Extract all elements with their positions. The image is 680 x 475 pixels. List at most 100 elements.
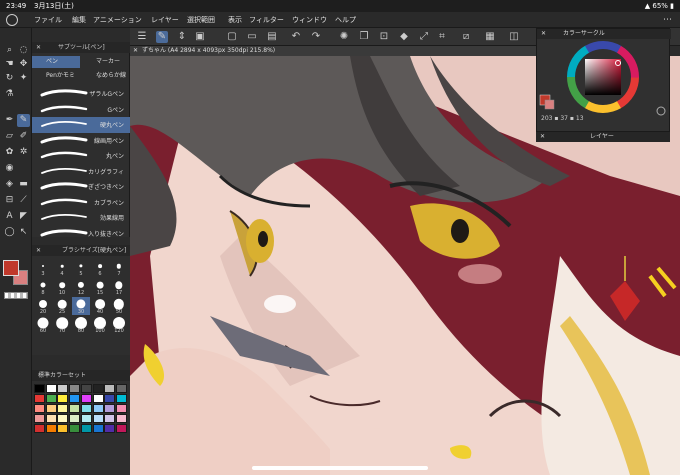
tab-pen-custom[interactable]: Penかモミ xyxy=(32,70,80,82)
brush-size-option[interactable]: 17 xyxy=(110,278,128,296)
color-swatch[interactable] xyxy=(92,424,104,433)
text-tool-icon[interactable]: A xyxy=(3,210,16,223)
brush-size-option[interactable]: 70 xyxy=(53,316,71,334)
tab-marker[interactable]: マーカー xyxy=(82,56,130,68)
main-color-swatch[interactable] xyxy=(3,260,19,276)
color-swatch[interactable] xyxy=(45,394,57,403)
color-swatch[interactable] xyxy=(80,394,92,403)
menu-filter[interactable]: フィルター xyxy=(249,12,284,28)
color-swatch[interactable] xyxy=(34,384,45,393)
fill-bucket-icon[interactable]: ◈ xyxy=(3,178,16,191)
color-swatch[interactable] xyxy=(34,394,45,403)
color-swatch[interactable] xyxy=(92,384,104,393)
more-icon[interactable]: ⋯ xyxy=(663,12,672,28)
color-swatch[interactable] xyxy=(115,414,127,423)
eyedropper-icon[interactable]: ⚗ xyxy=(3,88,16,101)
menu-layer[interactable]: レイヤー xyxy=(151,12,179,28)
color-swatch[interactable] xyxy=(80,404,92,413)
save-icon[interactable]: ▤ xyxy=(266,31,278,43)
close-icon[interactable]: ✕ xyxy=(540,132,545,142)
color-swatch[interactable] xyxy=(80,414,92,423)
shape-icon[interactable]: ⊟ xyxy=(3,194,16,207)
hand-icon[interactable]: ☚ xyxy=(3,58,16,71)
brush-size-option[interactable]: 30 xyxy=(72,297,90,315)
color-swatch[interactable] xyxy=(104,394,116,403)
select-all-icon[interactable]: ▦ xyxy=(484,31,496,43)
move-icon[interactable]: ✥ xyxy=(17,58,30,71)
menu-file[interactable]: ファイル xyxy=(34,12,62,28)
tab-smooth-line[interactable]: なめらか線 xyxy=(82,70,130,82)
color-swatch[interactable] xyxy=(57,394,69,403)
color-swatch[interactable] xyxy=(57,404,69,413)
ruler-icon[interactable]: ⟋ xyxy=(17,194,30,207)
menu-animation[interactable]: アニメーション xyxy=(93,12,142,28)
brush-item[interactable]: ぎざつきペン xyxy=(32,179,130,195)
paste-icon[interactable]: ⊡ xyxy=(378,31,390,43)
brush-item[interactable]: ザラルGペン xyxy=(32,86,130,102)
brush-icon[interactable]: ✒ xyxy=(3,114,16,127)
brush-item[interactable]: Gペン xyxy=(32,102,130,118)
copy-icon[interactable]: ❐ xyxy=(358,31,370,43)
color-swatch[interactable] xyxy=(34,404,45,413)
correct-line-icon[interactable]: ↖ xyxy=(17,226,30,239)
brush-size-option[interactable]: 50 xyxy=(110,297,128,315)
pencil-icon[interactable]: ✐ xyxy=(17,130,30,143)
brush-item[interactable]: 線画用ペン xyxy=(32,133,130,149)
brush-size-option[interactable]: 120 xyxy=(110,316,128,334)
color-swatch[interactable] xyxy=(57,424,69,433)
wheel-sub-color[interactable] xyxy=(544,99,555,110)
clear-icon[interactable]: ✺ xyxy=(338,31,350,43)
color-swatch[interactable] xyxy=(92,394,104,403)
color-swatch[interactable] xyxy=(69,384,81,393)
color-swatch[interactable] xyxy=(80,384,92,393)
menu-help[interactable]: ヘルプ xyxy=(335,12,356,28)
color-swatch[interactable] xyxy=(115,384,127,393)
menu-view[interactable]: 表示 xyxy=(228,12,242,28)
color-swatch[interactable] xyxy=(69,424,81,433)
color-swatch[interactable] xyxy=(104,424,116,433)
color-mode-icon[interactable] xyxy=(656,106,666,116)
pen-tool-icon[interactable]: ✎ xyxy=(17,114,30,127)
brush-size-option[interactable]: 7 xyxy=(110,259,128,277)
transparent-color-swatch[interactable] xyxy=(4,292,28,299)
color-swatch[interactable] xyxy=(92,404,104,413)
rotate-icon[interactable]: ↻ xyxy=(3,72,16,85)
color-swatch[interactable] xyxy=(104,414,116,423)
lasso-icon[interactable]: ◌ xyxy=(17,44,30,57)
close-canvas-icon[interactable]: ✕ xyxy=(133,46,138,56)
zoom-icon[interactable]: ⌕ xyxy=(3,44,16,57)
brush-item[interactable]: 硬丸ペン xyxy=(32,117,130,133)
brush-size-option[interactable]: 60 xyxy=(34,316,52,334)
brush-item[interactable]: カリグラフィ xyxy=(32,164,130,180)
color-swatch[interactable] xyxy=(45,414,57,423)
brush-item[interactable]: 丸ペン xyxy=(32,148,130,164)
close-icon[interactable]: ✕ xyxy=(541,29,546,39)
brush-size-option[interactable]: 15 xyxy=(91,278,109,296)
invert-selection-icon[interactable]: ◫ xyxy=(508,31,520,43)
color-swatch[interactable] xyxy=(69,414,81,423)
brush-size-option[interactable]: 6 xyxy=(91,259,109,277)
brush-size-option[interactable]: 20 xyxy=(34,297,52,315)
brush-size-option[interactable]: 100 xyxy=(91,316,109,334)
brush-size-option[interactable]: 3 xyxy=(34,259,52,277)
color-swatch[interactable] xyxy=(57,414,69,423)
hamburger-menu-icon[interactable]: ☰ xyxy=(136,31,148,43)
menu-edit[interactable]: 編集 xyxy=(72,12,86,28)
color-swatch[interactable] xyxy=(115,394,127,403)
brush-size-option[interactable]: 40 xyxy=(91,297,109,315)
brush-item[interactable]: カブラペン xyxy=(32,195,130,211)
eraser-icon[interactable]: ▱ xyxy=(3,130,16,143)
deselect-icon[interactable]: ⧄ xyxy=(460,31,472,43)
chevron-updown-icon[interactable]: ⇕ xyxy=(176,31,188,43)
auto-select-icon[interactable]: ✦ xyxy=(17,72,30,85)
crop-icon[interactable]: ⌗ xyxy=(436,31,448,43)
color-swatch[interactable] xyxy=(115,424,127,433)
close-icon[interactable]: ✕ xyxy=(36,42,41,53)
app-logo-icon[interactable] xyxy=(6,14,18,26)
brush-size-option[interactable]: 5 xyxy=(72,259,90,277)
balloon-icon[interactable]: ◯ xyxy=(3,226,16,239)
close-icon[interactable]: ✕ xyxy=(36,245,41,256)
brush-item[interactable]: 効果線用 xyxy=(32,210,130,226)
color-swatch[interactable] xyxy=(104,404,116,413)
color-swatch[interactable] xyxy=(34,424,45,433)
